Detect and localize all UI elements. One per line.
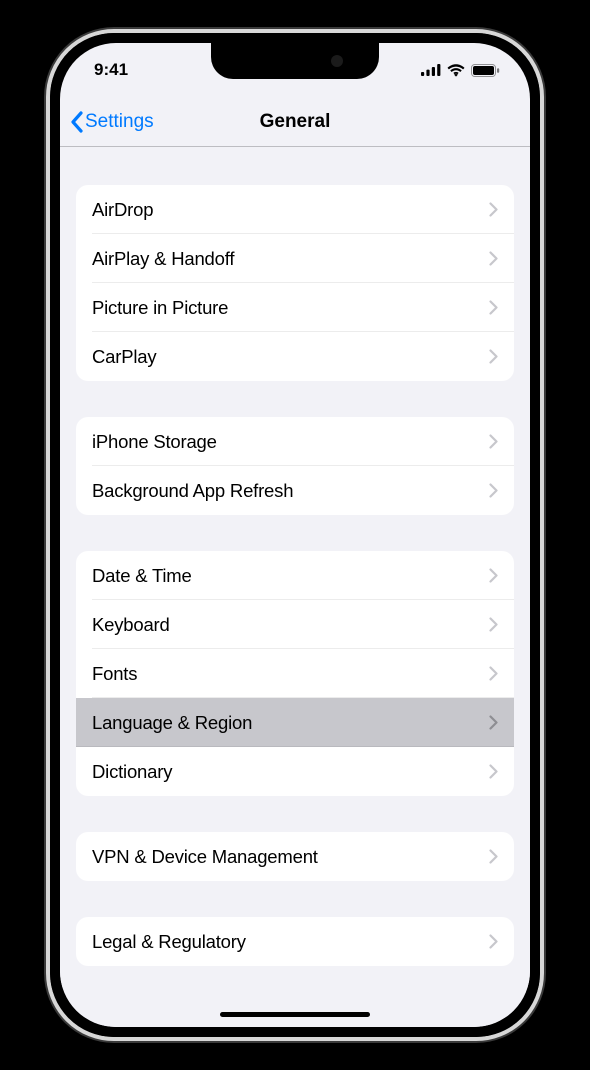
nav-bar: Settings General — [60, 97, 530, 147]
row-label: Legal & Regulatory — [92, 931, 489, 953]
chevron-right-icon — [489, 617, 498, 632]
battery-icon — [471, 64, 500, 77]
chevron-right-icon — [489, 568, 498, 583]
cellular-signal-icon — [421, 64, 441, 76]
settings-group: AirDrop AirPlay & Handoff Picture in Pictu… — [76, 185, 514, 381]
home-indicator[interactable] — [220, 1012, 370, 1017]
chevron-right-icon — [489, 434, 498, 449]
settings-group: Date & Time Keyboard Fonts Language & Regio… — [76, 551, 514, 796]
chevron-right-icon — [489, 849, 498, 864]
chevron-right-icon — [489, 349, 498, 364]
chevron-right-icon — [489, 666, 498, 681]
settings-group: iPhone Storage Background App Refresh — [76, 417, 514, 515]
row-label: Language & Region — [92, 712, 489, 734]
phone-device-frame: 9:41 — [46, 29, 544, 1041]
chevron-right-icon — [489, 934, 498, 949]
row-label: Background App Refresh — [92, 480, 489, 502]
row-airdrop[interactable]: AirDrop — [76, 185, 514, 234]
row-label: Keyboard — [92, 614, 489, 636]
settings-group: Legal & Regulatory — [76, 917, 514, 966]
settings-content[interactable]: AirDrop AirPlay & Handoff Picture in Pictu… — [60, 147, 530, 1027]
row-date-time[interactable]: Date & Time — [76, 551, 514, 600]
row-keyboard[interactable]: Keyboard — [76, 600, 514, 649]
row-label: iPhone Storage — [92, 431, 489, 453]
notch — [211, 43, 379, 79]
back-button[interactable]: Settings — [70, 111, 154, 133]
chevron-left-icon — [70, 111, 83, 133]
row-label: Picture in Picture — [92, 297, 489, 319]
row-iphone-storage[interactable]: iPhone Storage — [76, 417, 514, 466]
back-label: Settings — [85, 111, 154, 133]
row-label: AirDrop — [92, 199, 489, 221]
chevron-right-icon — [489, 251, 498, 266]
row-label: CarPlay — [92, 346, 489, 368]
row-label: Dictionary — [92, 761, 489, 783]
row-picture-in-picture[interactable]: Picture in Picture — [76, 283, 514, 332]
row-language-region[interactable]: Language & Region — [76, 698, 514, 747]
row-label: Fonts — [92, 663, 489, 685]
wifi-icon — [447, 64, 465, 77]
row-background-app-refresh[interactable]: Background App Refresh — [76, 466, 514, 515]
status-time: 9:41 — [94, 60, 128, 80]
page-title: General — [260, 111, 331, 133]
row-label: AirPlay & Handoff — [92, 248, 489, 270]
row-airplay-handoff[interactable]: AirPlay & Handoff — [76, 234, 514, 283]
chevron-right-icon — [489, 300, 498, 315]
row-fonts[interactable]: Fonts — [76, 649, 514, 698]
chevron-right-icon — [489, 764, 498, 779]
chevron-right-icon — [489, 483, 498, 498]
row-dictionary[interactable]: Dictionary — [76, 747, 514, 796]
chevron-right-icon — [489, 715, 498, 730]
chevron-right-icon — [489, 202, 498, 217]
settings-group: VPN & Device Management — [76, 832, 514, 881]
row-legal-regulatory[interactable]: Legal & Regulatory — [76, 917, 514, 966]
row-label: Date & Time — [92, 565, 489, 587]
row-carplay[interactable]: CarPlay — [76, 332, 514, 381]
row-vpn-device-management[interactable]: VPN & Device Management — [76, 832, 514, 881]
row-label: VPN & Device Management — [92, 846, 489, 868]
